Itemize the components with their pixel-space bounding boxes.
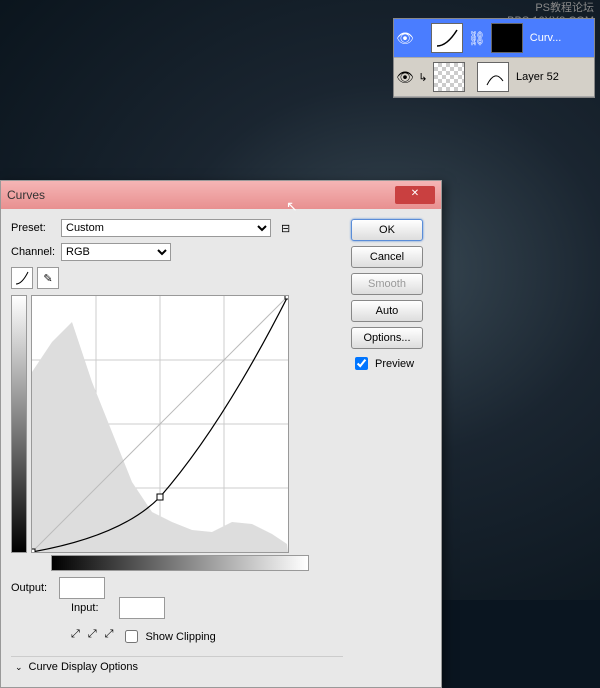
layer-row-curves[interactable]: 👁 ⛓ Curv... xyxy=(394,19,594,58)
layer-mask-thumbnail[interactable] xyxy=(491,23,523,53)
layer-name[interactable]: Curv... xyxy=(526,32,594,44)
eyedropper-gray-icon[interactable]: ⤢ xyxy=(88,628,97,641)
layers-panel: 👁 ⛓ Curv... 👁 ↳ Layer 52 xyxy=(393,18,595,98)
visibility-icon[interactable]: 👁 xyxy=(394,30,416,47)
layer-thumbnail[interactable] xyxy=(433,62,465,92)
curve-tool-icon[interactable] xyxy=(11,267,33,289)
channel-select[interactable]: RGB xyxy=(61,243,171,261)
output-field[interactable] xyxy=(59,577,105,599)
close-button[interactable]: ✕ xyxy=(395,186,435,204)
input-gradient xyxy=(51,555,309,571)
adjustment-thumbnail[interactable] xyxy=(431,23,463,53)
watermark-line1: PS教程论坛 xyxy=(507,2,594,15)
channel-label: Channel: xyxy=(11,246,61,258)
link-icon: ⛓ xyxy=(466,30,488,47)
preset-menu-icon[interactable]: ⊟ xyxy=(281,222,290,235)
pencil-tool-icon[interactable]: ✎ xyxy=(37,267,59,289)
curves-dialog: Curves ✕ Preset: Custom ⊟ Channel: RGB ✎ xyxy=(0,180,442,688)
output-label: Output: xyxy=(11,582,59,594)
visibility-icon[interactable]: 👁 xyxy=(394,69,416,86)
options-button[interactable]: Options... xyxy=(351,327,423,349)
show-clipping-checkbox[interactable]: Show Clipping xyxy=(121,627,215,646)
preset-label: Preset: xyxy=(11,222,61,234)
clip-icon: ↳ xyxy=(416,71,430,84)
cancel-button[interactable]: Cancel xyxy=(351,246,423,268)
input-field[interactable] xyxy=(119,597,165,619)
smooth-button: Smooth xyxy=(351,273,423,295)
preset-select[interactable]: Custom xyxy=(61,219,271,237)
eyedropper-white-icon[interactable]: ⤢ xyxy=(105,628,114,641)
input-label: Input: xyxy=(71,602,119,614)
layer-name[interactable]: Layer 52 xyxy=(512,71,594,83)
curve-display-options-toggle[interactable]: ⌄ Curve Display Options xyxy=(11,656,343,677)
preview-checkbox[interactable]: Preview xyxy=(351,354,431,373)
curves-graph[interactable] xyxy=(31,295,289,553)
layer-mask-thumbnail[interactable] xyxy=(477,62,509,92)
output-gradient xyxy=(11,295,27,553)
layer-row-52[interactable]: 👁 ↳ Layer 52 xyxy=(394,58,594,97)
twirl-icon: ⌄ xyxy=(15,662,23,673)
dialog-title: Curves xyxy=(7,188,395,202)
auto-button[interactable]: Auto xyxy=(351,300,423,322)
eyedropper-black-icon[interactable]: ⤢ xyxy=(71,628,80,641)
ok-button[interactable]: OK xyxy=(351,219,423,241)
titlebar[interactable]: Curves ✕ xyxy=(1,181,441,209)
